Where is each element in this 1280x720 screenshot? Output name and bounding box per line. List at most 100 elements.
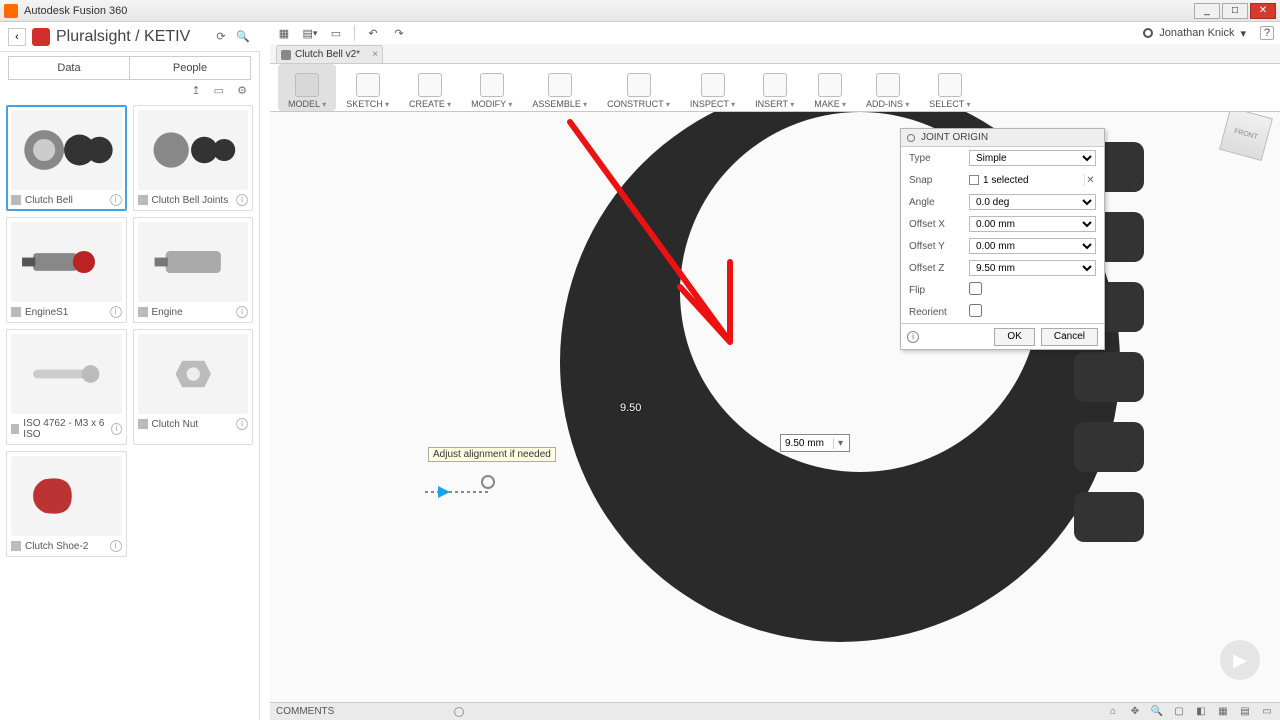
thumb-image: [138, 334, 249, 414]
tab-label: Clutch Bell v2*: [295, 49, 360, 60]
thumb-label: Clutch Shoe-2: [25, 541, 88, 552]
offset-z-input[interactable]: 9.50 mm: [969, 260, 1096, 276]
info-icon[interactable]: i: [110, 540, 122, 552]
nav-toolbar: ⌂ ✥ 🔍 ▢ ◧ ▦ ▤ ▭: [1106, 706, 1274, 717]
ribbon-construct[interactable]: CONSTRUCT: [597, 64, 680, 111]
offset-y-label: Offset Y: [909, 241, 969, 252]
cube-icon: [138, 195, 148, 205]
ribbon-create[interactable]: CREATE: [399, 64, 461, 111]
dimension-dropdown-icon[interactable]: ▾: [833, 438, 847, 449]
thumb-item[interactable]: Clutch Shoe-2 i: [6, 451, 127, 557]
angle-input[interactable]: 0.0 deg: [969, 194, 1096, 210]
thumb-item[interactable]: ISO 4762 - M3 x 6 ISOi: [6, 329, 127, 445]
info-icon[interactable]: i: [236, 418, 248, 430]
snap-clear-icon[interactable]: ✕: [1084, 174, 1096, 186]
close-button[interactable]: ✕: [1250, 3, 1276, 19]
ribbon-icon: [763, 73, 787, 97]
offset-x-input[interactable]: 0.00 mm: [969, 216, 1096, 232]
dimension-input-box[interactable]: ▾: [780, 434, 850, 452]
comments-label: COMMENTS: [276, 706, 334, 717]
orbit-icon[interactable]: ⌂: [1106, 706, 1120, 717]
flip-label: Flip: [909, 285, 969, 296]
maximize-button[interactable]: □: [1222, 3, 1248, 19]
back-button[interactable]: ‹: [8, 28, 26, 46]
ribbon-insert[interactable]: INSERT: [745, 64, 804, 111]
undo-icon[interactable]: ↶: [365, 25, 381, 41]
dimension-input[interactable]: [781, 438, 833, 449]
file-menu-icon[interactable]: ▤▾: [302, 25, 318, 41]
minimize-button[interactable]: _: [1194, 3, 1220, 19]
ribbon-icon: [938, 73, 962, 97]
info-icon[interactable]: i: [111, 423, 121, 435]
thumb-item[interactable]: Clutch Nuti: [133, 329, 254, 445]
offset-y-input[interactable]: 0.00 mm: [969, 238, 1096, 254]
info-icon[interactable]: i: [110, 306, 122, 318]
viewports-icon[interactable]: ▭: [1260, 706, 1274, 717]
ribbon-inspect[interactable]: INSPECT: [680, 64, 745, 111]
comments-bar[interactable]: COMMENTS ⌂ ✥ 🔍 ▢ ◧ ▦ ▤ ▭: [270, 702, 1280, 720]
fit-icon[interactable]: ▢: [1172, 706, 1186, 717]
save-icon[interactable]: ▭: [328, 25, 344, 41]
ribbon-make[interactable]: MAKE: [804, 64, 856, 111]
dialog-pin-icon[interactable]: [907, 134, 915, 142]
reorient-label: Reorient: [909, 307, 969, 318]
ribbon-modify[interactable]: MODIFY: [461, 64, 522, 111]
search-icon[interactable]: 🔍: [234, 28, 252, 46]
user-menu[interactable]: Jonathan Knick ▾ ?: [1143, 26, 1274, 40]
ribbon-model[interactable]: MODEL: [278, 64, 336, 111]
ribbon-icon: [876, 73, 900, 97]
joint-origin-dialog: JOINT ORIGIN Type Simple Snap 1 selected…: [900, 128, 1105, 350]
snap-cursor-icon[interactable]: [969, 175, 979, 185]
info-icon[interactable]: i: [236, 194, 248, 206]
comments-pin-icon[interactable]: [454, 707, 464, 717]
play-button[interactable]: ▶: [1220, 640, 1260, 680]
tab-clutch-bell[interactable]: Clutch Bell v2* ×: [276, 45, 383, 63]
ribbon-label: MODEL: [288, 99, 326, 109]
type-select[interactable]: Simple: [969, 150, 1096, 166]
thumb-item[interactable]: Clutch Belli: [6, 105, 127, 211]
info-icon[interactable]: i: [110, 194, 122, 206]
grid-icon[interactable]: ▦: [276, 25, 292, 41]
look-icon[interactable]: ◧: [1194, 706, 1208, 717]
cube-icon: [11, 541, 21, 551]
info-icon[interactable]: i: [236, 306, 248, 318]
ok-button[interactable]: OK: [994, 328, 1034, 346]
ribbon-select[interactable]: SELECT: [919, 64, 980, 111]
ribbon-add-ins[interactable]: ADD-INS: [856, 64, 919, 111]
settings-icon[interactable]: ⚙: [237, 84, 247, 97]
thumb-item[interactable]: Clutch Bell Jointsi: [133, 105, 254, 211]
thumb-item[interactable]: Enginei: [133, 217, 254, 323]
tab-people[interactable]: People: [130, 56, 251, 80]
project-title: Pluralsight / KETIV: [56, 28, 208, 46]
help-icon[interactable]: ?: [1260, 26, 1274, 40]
ribbon-sketch[interactable]: SKETCH: [336, 64, 399, 111]
display-icon[interactable]: ▦: [1216, 706, 1230, 717]
cube-icon: [11, 195, 21, 205]
reload-icon[interactable]: ⟳: [212, 28, 230, 46]
reorient-checkbox[interactable]: [969, 304, 982, 317]
grid-toggle-icon[interactable]: ▤: [1238, 706, 1252, 717]
redo-icon[interactable]: ↷: [391, 25, 407, 41]
tab-close-icon[interactable]: ×: [372, 49, 378, 60]
tab-data[interactable]: Data: [8, 56, 130, 80]
ribbon-assemble[interactable]: ASSEMBLE: [522, 64, 597, 111]
manipulator-icon[interactable]: [420, 472, 500, 512]
view-cube[interactable]: FRONT: [1219, 112, 1273, 161]
ribbon-label: INSERT: [755, 99, 794, 109]
ribbon-label: CREATE: [409, 99, 451, 109]
upload-icon[interactable]: ↥: [191, 84, 200, 97]
info-icon[interactable]: i: [907, 331, 919, 343]
flip-checkbox[interactable]: [969, 282, 982, 295]
offset-z-label: Offset Z: [909, 263, 969, 274]
dialog-titlebar[interactable]: JOINT ORIGIN: [901, 129, 1104, 147]
ribbon-label: INSPECT: [690, 99, 735, 109]
pan-icon[interactable]: ✥: [1128, 706, 1142, 717]
cancel-button[interactable]: Cancel: [1041, 328, 1098, 346]
thumb-image: [11, 456, 122, 536]
new-folder-icon[interactable]: ▭: [214, 84, 224, 97]
zoom-icon[interactable]: 🔍: [1150, 706, 1164, 717]
ribbon-icon: [627, 73, 651, 97]
thumb-item[interactable]: EngineS1i: [6, 217, 127, 323]
viewport[interactable]: 9.50 ▾ Adjust alignment if needed FRONT …: [270, 112, 1280, 700]
tooltip: Adjust alignment if needed: [428, 447, 556, 462]
